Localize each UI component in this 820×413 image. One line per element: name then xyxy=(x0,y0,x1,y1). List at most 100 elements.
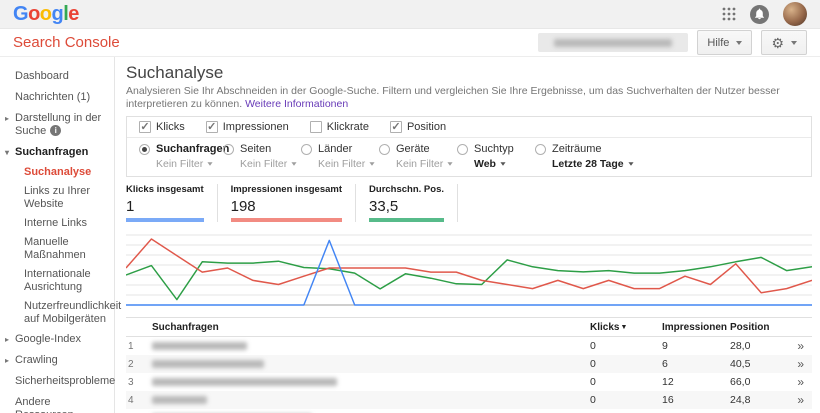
filter-dropdown-l-nder[interactable]: Kein Filter xyxy=(318,158,379,170)
sidebar-item-label: Suchanfragen xyxy=(15,146,89,158)
query-cell[interactable] xyxy=(142,342,590,350)
table-row: 4 0 16 24,8 » xyxy=(126,391,812,409)
dimension-radio-l-nder[interactable]: Länder xyxy=(301,143,379,155)
radio-icon xyxy=(223,143,234,155)
metric-card-value: 198 xyxy=(230,198,256,215)
impressionen-cell: 12 xyxy=(662,376,674,388)
chart-line-position xyxy=(126,256,812,301)
sidebar-item-dashboard[interactable]: Dashboard xyxy=(0,66,114,87)
help-button-label: Hilfe xyxy=(707,36,730,49)
dimension-suchtyp: Suchtyp Web xyxy=(457,143,535,170)
metric-toggle-position[interactable]: ✓ Position xyxy=(389,121,446,133)
metric-card-color-bar xyxy=(230,218,343,222)
page-description: Analysieren Sie Ihr Abschneiden in der G… xyxy=(126,85,812,111)
metric-toggle-klicks[interactable]: ✓ Klicks xyxy=(139,121,185,133)
filter-dropdown-zeitr-ume[interactable]: Letzte 28 Tage xyxy=(552,158,799,170)
sidebar-item-andere-ressourcen[interactable]: Andere Ressourcen xyxy=(0,392,114,413)
sidebar-navigation: Dashboard Nachrichten (1) ▸ Darstellung in … xyxy=(0,57,121,413)
filter-dropdown-suchanfragen[interactable]: Kein Filter xyxy=(156,158,223,170)
metric-card-label: Durchschn. Pos. xyxy=(369,184,444,195)
query-cell[interactable] xyxy=(142,378,590,386)
dimension-radio-suchtyp[interactable]: Suchtyp xyxy=(457,143,535,155)
dimension-radio-seiten[interactable]: Seiten xyxy=(223,143,301,155)
expand-row-button[interactable]: » xyxy=(782,394,812,406)
query-cell[interactable] xyxy=(142,360,590,368)
info-icon[interactable]: i xyxy=(50,125,62,136)
metric-toggle-impressionen[interactable]: ✓ Impressionen xyxy=(205,121,289,133)
query-cell[interactable] xyxy=(142,396,590,404)
klicks-column-header[interactable]: Klicks▼ xyxy=(590,322,662,333)
notification-icon[interactable] xyxy=(750,4,769,24)
dimension-seiten: Seiten Kein Filter xyxy=(223,143,301,170)
radio-icon xyxy=(457,143,468,155)
checkbox-checked-icon: ✓ xyxy=(139,121,151,133)
triangle-collapsed-icon: ▸ xyxy=(5,356,10,365)
sort-desc-icon: ▼ xyxy=(620,323,628,331)
main-content: Suchanalyse Analysieren Sie Ihr Abschnei… xyxy=(115,57,820,413)
redacted-text xyxy=(554,38,673,47)
metric-toggle-label: Impressionen xyxy=(222,121,289,133)
sidebar-item-links-zu-ihrer-website[interactable]: Links zu Ihrer Website xyxy=(0,182,114,214)
row-number: 3 xyxy=(128,376,134,388)
metric-toggle-label: Klickrate xyxy=(326,121,369,133)
product-bar: Search Console Hilfe ⚙ xyxy=(0,29,820,57)
filter-dropdown-seiten[interactable]: Kein Filter xyxy=(240,158,301,170)
help-button[interactable]: Hilfe xyxy=(697,30,753,55)
expand-row-button[interactable]: » xyxy=(782,376,812,388)
expand-row-button[interactable]: » xyxy=(782,358,812,370)
dimension-radio-suchanfragen[interactable]: Suchanfragen xyxy=(139,143,229,155)
position-column-header[interactable]: Position xyxy=(730,322,782,333)
filter-dropdown-suchtyp[interactable]: Web xyxy=(474,158,535,170)
impressionen-column-header[interactable]: Impressionen xyxy=(662,322,730,333)
sidebar-item-manuelle-ma-nahmen[interactable]: Manuelle Maßnahmen xyxy=(0,233,114,265)
dimension-zeitr-ume: Zeiträume Letzte 28 Tage xyxy=(535,143,799,170)
table-header-row: Suchanfragen Klicks▼ Impressionen Positi… xyxy=(126,318,812,337)
avatar[interactable] xyxy=(783,2,807,26)
metric-card-color-bar xyxy=(126,218,204,222)
metric-toggle-label: Klicks xyxy=(156,121,185,133)
filter-dropdown-value: Kein Filter xyxy=(318,158,366,170)
sidebar-item-label: Google-Index xyxy=(15,333,82,345)
metric-card-color-bar xyxy=(369,218,444,222)
sidebar-item-label: Interne Links xyxy=(24,217,87,229)
caret-down-icon xyxy=(447,162,453,166)
query-column-header[interactable]: Suchanfragen xyxy=(142,322,590,333)
dimension-radio-zeitr-ume[interactable]: Zeiträume xyxy=(535,143,799,155)
position-cell: 66,0 xyxy=(730,376,751,388)
description-text: Analysieren Sie Ihr Abschneiden in der G… xyxy=(126,85,780,110)
learn-more-link[interactable]: Weitere Informationen xyxy=(245,98,348,110)
sidebar-item-crawling[interactable]: ▸ Crawling xyxy=(0,350,114,371)
apps-grid-icon[interactable] xyxy=(722,7,736,21)
logo-letter: e xyxy=(68,3,79,25)
klicks-cell: 0 xyxy=(590,394,596,406)
sidebar-item-label: Sicherheitsprobleme xyxy=(15,375,116,387)
metric-toggle-klickrate[interactable]: Klickrate xyxy=(309,121,369,133)
metric-card-value: 33,5 xyxy=(369,198,399,215)
radio-icon xyxy=(301,143,312,155)
dimension-label: Suchtyp xyxy=(474,143,514,155)
dimension-radio-ger-te[interactable]: Geräte xyxy=(379,143,457,155)
settings-button[interactable]: ⚙ xyxy=(761,30,807,55)
klicks-cell: 0 xyxy=(590,340,596,352)
sidebar-item-interne-links[interactable]: Interne Links xyxy=(0,214,114,233)
sidebar-item-nachrichten-1[interactable]: Nachrichten (1) xyxy=(0,87,114,108)
redacted-query-text xyxy=(152,342,247,350)
impressionen-cell: 16 xyxy=(662,394,674,406)
sidebar-item-sicherheitsprobleme[interactable]: Sicherheitsprobleme xyxy=(0,371,116,392)
sidebar-item-darstellung-in-der-suche[interactable]: ▸ Darstellung in der Suche i xyxy=(0,108,114,142)
caret-down-icon xyxy=(791,40,797,45)
impressionen-cell: 6 xyxy=(662,358,668,370)
dimension-label: Zeiträume xyxy=(552,143,602,155)
sidebar-item-google-index[interactable]: ▸ Google-Index xyxy=(0,329,114,350)
expand-row-button[interactable]: » xyxy=(782,340,812,352)
filter-dropdown-ger-te[interactable]: Kein Filter xyxy=(396,158,457,170)
sidebar-item-label: Links zu Ihrer Website xyxy=(24,185,91,210)
position-cell: 40,5 xyxy=(730,358,751,370)
sidebar-item-internationale-ausrichtung[interactable]: Internationale Ausrichtung xyxy=(0,265,114,297)
metric-card-impressionen-insgesamt: Impressionen insgesamt 198 xyxy=(230,184,357,222)
sidebar-item-suchanfragen[interactable]: ▾ Suchanfragen xyxy=(0,142,114,163)
page-title: Suchanalyse xyxy=(126,63,224,82)
sidebar-item-suchanalyse[interactable]: Suchanalyse xyxy=(0,163,114,182)
logo-letter: o xyxy=(28,3,40,25)
sidebar-item-nutzerfreundlichkeit-auf-mobilger-ten[interactable]: Nutzerfreundlichkeit auf Mobilgeräten xyxy=(0,297,121,329)
